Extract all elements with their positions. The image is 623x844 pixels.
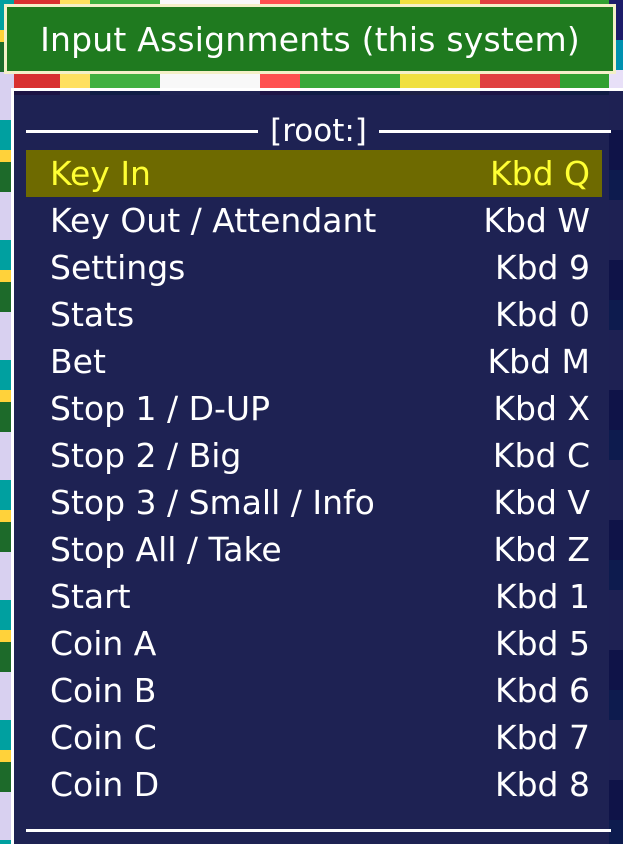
menu-item-binding: Kbd 1 — [494, 577, 590, 616]
menu-item-label: Coin D — [50, 765, 160, 804]
menu-item-label: Coin C — [50, 718, 157, 757]
menu-item-label: Key Out / Attendant — [50, 201, 377, 240]
menu-item-binding: Kbd Z — [493, 530, 590, 569]
menu-item-binding: Kbd 8 — [494, 765, 590, 804]
menu-item-key-in[interactable]: Key In Kbd Q — [26, 150, 602, 197]
menu-item-settings[interactable]: Settings Kbd 9 — [26, 244, 602, 291]
menu-item-coin-d[interactable]: Coin D Kbd 8 — [26, 761, 602, 808]
menu-item-binding: Kbd 7 — [494, 718, 590, 757]
menu-item-coin-a[interactable]: Coin A Kbd 5 — [26, 620, 602, 667]
menu-item-binding: Kbd M — [487, 342, 591, 381]
menu-heading: [root:] — [26, 109, 612, 153]
menu-item-binding: Kbd 6 — [494, 671, 590, 710]
menu-item-binding: Kbd C — [492, 436, 590, 475]
input-assignments-menu: [root:] Key In Kbd Q Key Out / Attendant… — [11, 88, 623, 844]
menu-item-stop-3[interactable]: Stop 3 / Small / Info Kbd V — [26, 479, 602, 526]
menu-item-binding: Kbd Q — [490, 154, 590, 193]
heading-rule-left — [26, 129, 259, 133]
menu-item-stop-1[interactable]: Stop 1 / D-UP Kbd X — [26, 385, 602, 432]
title-bar: Input Assignments (this system) — [4, 4, 616, 74]
menu-bottom-rule — [26, 829, 611, 832]
menu-item-label: Stop 2 / Big — [50, 436, 242, 475]
menu-item-coin-b[interactable]: Coin B Kbd 6 — [26, 667, 602, 714]
menu-item-binding: Kbd V — [493, 483, 590, 522]
menu-item-binding: Kbd 0 — [494, 295, 590, 334]
menu-item-stop-all[interactable]: Stop All / Take Kbd Z — [26, 526, 602, 573]
menu-item-label: Coin A — [50, 624, 157, 663]
menu-path-label: [root:] — [270, 113, 367, 149]
menu-item-stop-2[interactable]: Stop 2 / Big Kbd C — [26, 432, 602, 479]
menu-item-binding: Kbd W — [483, 201, 590, 240]
menu-item-binding: Kbd X — [493, 389, 590, 428]
menu-item-label: Stats — [50, 295, 135, 334]
menu-item-coin-c[interactable]: Coin C Kbd 7 — [26, 714, 602, 761]
menu-item-label: Coin B — [50, 671, 157, 710]
menu-item-label: Key In — [50, 154, 151, 193]
menu-item-start[interactable]: Start Kbd 1 — [26, 573, 602, 620]
menu-item-binding: Kbd 9 — [494, 248, 590, 287]
menu-item-label: Bet — [50, 342, 106, 381]
menu-items-list: Key In Kbd Q Key Out / Attendant Kbd W S… — [26, 150, 602, 808]
menu-item-label: Start — [50, 577, 131, 616]
menu-item-label: Stop All / Take — [50, 530, 282, 569]
menu-item-bet[interactable]: Bet Kbd M — [26, 338, 602, 385]
menu-item-label: Settings — [50, 248, 186, 287]
menu-item-stats[interactable]: Stats Kbd 0 — [26, 291, 602, 338]
menu-item-key-out-attendant[interactable]: Key Out / Attendant Kbd W — [26, 197, 602, 244]
heading-rule-right — [378, 129, 612, 133]
menu-item-label: Stop 1 / D-UP — [50, 389, 270, 428]
menu-item-binding: Kbd 5 — [494, 624, 590, 663]
menu-item-label: Stop 3 / Small / Info — [50, 483, 375, 522]
window-title: Input Assignments (this system) — [40, 19, 580, 59]
